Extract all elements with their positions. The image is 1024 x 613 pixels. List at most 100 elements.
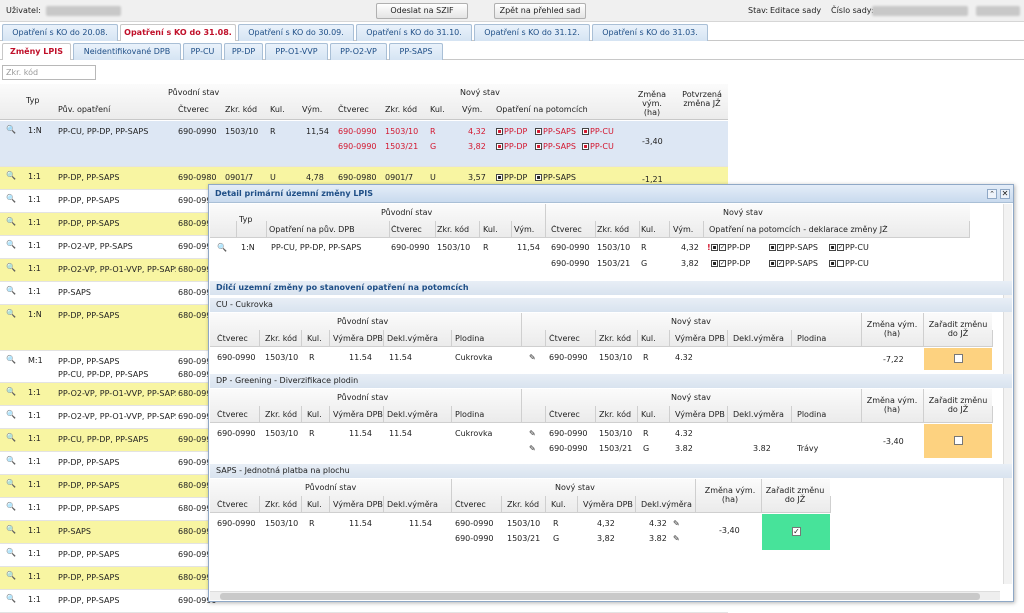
measure-checkbox-tag[interactable]: ▪ ✓ PP-CU — [829, 243, 869, 252]
tab-sub-2[interactable]: PP-CU — [183, 43, 222, 60]
edit-pencil-icon[interactable]: ✎ — [673, 534, 680, 543]
search-icon[interactable]: 🔍 — [6, 548, 16, 557]
header-kul: Kul. — [270, 105, 285, 114]
column-divider — [595, 406, 596, 423]
include-checkbox[interactable]: ✓ — [792, 527, 801, 536]
tab-sub-6[interactable]: PP-SAPS — [389, 43, 443, 60]
column-divider — [301, 406, 302, 423]
search-icon[interactable]: 🔍 — [6, 309, 16, 318]
row-new-kul: U — [430, 173, 436, 182]
back-to-sets-button[interactable]: Zpět na přehled sad — [494, 3, 586, 19]
checkbox-icon[interactable]: ✓ — [777, 260, 784, 267]
column-divider — [595, 330, 596, 347]
search-icon[interactable]: 🔍 — [6, 456, 16, 465]
row-opatreni: PP-CU, PP-DP, PP-SAPS — [58, 435, 149, 444]
include-checkbox[interactable] — [954, 436, 963, 445]
section-header-puvodni: Původní stav — [305, 483, 357, 492]
section-new-0: 690-0990 — [549, 353, 588, 362]
column-divider — [637, 330, 638, 347]
horizontal-scrollbar[interactable] — [210, 591, 1000, 600]
row-typ: 1:1 — [28, 388, 41, 397]
search-icon[interactable]: 🔍 — [6, 594, 16, 603]
column-divider — [861, 313, 862, 347]
tab-deadline-4[interactable]: Opatření s KO do 31.12. — [474, 24, 590, 41]
tab-sub-1[interactable]: Neidentifikované DPB — [73, 43, 181, 60]
tab-deadline-0[interactable]: Opatření s KO do 20.08. — [2, 24, 118, 41]
measure-checkbox-tag[interactable]: ▪ ✓ PP-SAPS — [769, 259, 818, 268]
search-icon[interactable]: 🔍 — [6, 410, 16, 419]
search-icon[interactable]: 🔍 — [6, 479, 16, 488]
column-divider — [383, 406, 384, 423]
checkbox-icon[interactable]: ✓ — [777, 244, 784, 251]
row-ctverec: 690-0990 — [178, 127, 217, 136]
search-icon[interactable]: 🔍 — [6, 433, 16, 442]
edit-pencil-icon[interactable]: ✎ — [673, 519, 680, 528]
search-icon[interactable]: 🔍 — [6, 502, 16, 511]
search-icon[interactable]: 🔍 — [6, 263, 16, 272]
section-new-1: 1503/10 — [507, 519, 541, 528]
measure-checkbox-tag[interactable]: ▪ ✓ PP-SAPS — [769, 243, 818, 252]
close-icon[interactable]: ✕ — [1000, 189, 1010, 199]
measure-checkbox-tag[interactable]: ▪ PP-CU — [829, 259, 869, 268]
tab-deadline-1[interactable]: Opatření s KO do 31.08. — [120, 24, 236, 41]
section-new-5: Trávy — [797, 444, 819, 453]
code-filter-input[interactable]: Zkr. kód — [2, 65, 96, 80]
section-new-1: 1503/10 — [599, 353, 633, 362]
tab-sub-4[interactable]: PP-O1-VVP — [265, 43, 328, 60]
search-icon[interactable]: 🔍 — [6, 525, 16, 534]
detail-row-new-3: 4,32 — [681, 243, 699, 252]
measure-tag-label: PP-SAPS — [543, 127, 576, 136]
section-header-new-ctverec: Čtverec — [549, 410, 580, 419]
collapse-icon[interactable]: ⌃ — [987, 189, 997, 199]
edit-pencil-icon[interactable]: ✎ — [529, 429, 536, 438]
tab-sub-5[interactable]: PP-O2-VP — [330, 43, 387, 60]
search-icon[interactable]: 🔍 — [6, 194, 16, 203]
include-checkbox[interactable] — [954, 354, 963, 363]
measure-checkbox-tag[interactable]: ▪ ✓ PP-DP — [711, 259, 750, 268]
tab-deadline-2[interactable]: Opatření s KO do 30.09. — [238, 24, 354, 41]
search-icon[interactable]: 🔍 — [6, 240, 16, 249]
scroll-thumb[interactable] — [220, 593, 980, 600]
tab-sub-3[interactable]: PP-DP — [224, 43, 263, 60]
row-opatreni: PP-DP, PP-SAPS — [58, 311, 120, 320]
header-kul2: Kul. — [430, 105, 445, 114]
row-zmena: -1,21 — [642, 175, 663, 184]
search-icon[interactable]: 🔍 — [6, 571, 16, 580]
checkbox-icon[interactable]: ✓ — [719, 244, 726, 251]
section-header-new-vym_dpb: Výměra DPB — [583, 500, 633, 509]
set-number-label: Číslo sady: — [831, 6, 874, 15]
tag-icon: ▪ — [769, 244, 776, 251]
search-icon[interactable]: 🔍 — [6, 125, 16, 134]
section-row-3: 11.54 — [349, 519, 372, 528]
table-row[interactable]: 🔍 1:N PP-CU, PP-DP, PP-SAPS 690-0990 1503/10… — [0, 121, 728, 167]
vertical-scrollbar[interactable] — [1003, 204, 1012, 584]
detail-header-ctverec2: Čtverec — [551, 225, 582, 234]
send-to-szif-button[interactable]: Odeslat na SZIF — [376, 3, 468, 19]
section-header-novy: Nový stav — [671, 393, 711, 402]
section-row-3: 11.54 — [349, 429, 372, 438]
edit-pencil-icon[interactable]: ✎ — [529, 353, 536, 362]
search-icon[interactable]: 🔍 — [6, 387, 16, 396]
checkbox-icon[interactable] — [837, 260, 844, 267]
tab-deadline-5[interactable]: Opatření s KO do 31.03. — [592, 24, 708, 41]
search-icon[interactable]: 🔍 — [6, 286, 16, 295]
measure-checkbox-tag[interactable]: ▪ ✓ PP-DP — [711, 243, 750, 252]
tab-sub-0[interactable]: Změny LPIS — [2, 43, 71, 60]
search-icon[interactable]: 🔍 — [6, 171, 16, 180]
checkbox-icon[interactable]: ✓ — [837, 244, 844, 251]
column-divider — [669, 330, 670, 347]
tag-icon: ▪ — [711, 244, 718, 251]
section-header-novy: Nový stav — [555, 483, 595, 492]
search-icon[interactable]: 🔍 — [6, 355, 16, 364]
row-zmena: -3,40 — [642, 137, 663, 146]
checkbox-icon[interactable]: ✓ — [719, 260, 726, 267]
section-new-3: 3,82 — [597, 534, 615, 543]
section-header-zaradit: Zařadit změnu do JŽ — [765, 486, 825, 504]
measure-tag-label: PP-SAPS — [785, 243, 818, 252]
column-divider — [969, 221, 970, 238]
tab-deadline-3[interactable]: Opatření s KO do 31.10. — [356, 24, 472, 41]
section-header-ctverec: Čtverec — [217, 410, 248, 419]
search-icon[interactable]: 🔍 — [217, 243, 227, 252]
search-icon[interactable]: 🔍 — [6, 217, 16, 226]
edit-pencil-icon[interactable]: ✎ — [529, 444, 536, 453]
